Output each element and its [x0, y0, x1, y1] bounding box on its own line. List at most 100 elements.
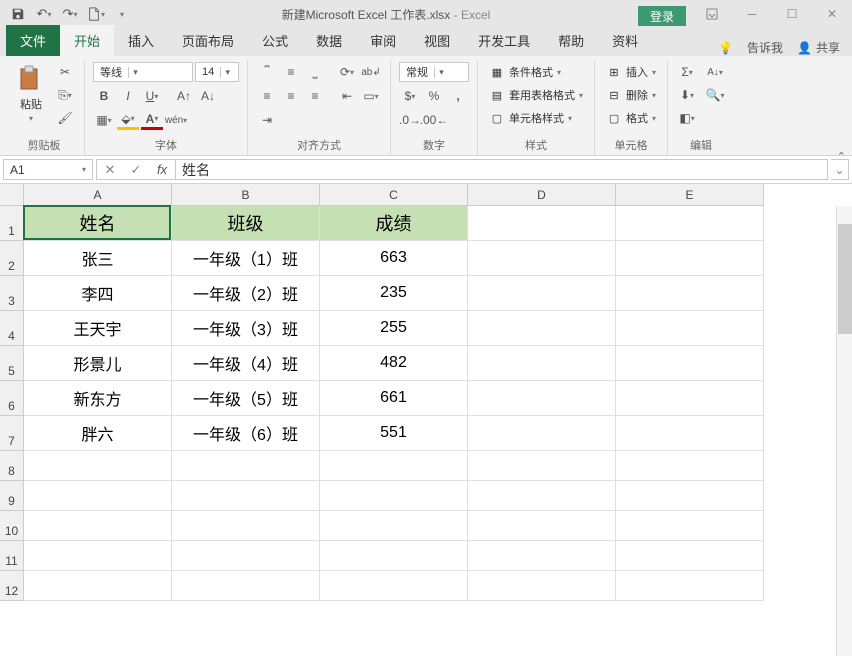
wrap-text-button[interactable]: ab↲ [360, 62, 382, 82]
align-left-icon[interactable]: ≡ [256, 86, 278, 106]
collapse-ribbon-icon[interactable]: ⌃ [837, 150, 846, 163]
font-color-button[interactable]: A▾ [141, 110, 163, 130]
cell-E2[interactable] [616, 241, 764, 276]
cell-B6[interactable]: 一年级（5）班 [172, 381, 320, 416]
row-header-7[interactable]: 7 [0, 416, 24, 451]
merge-button[interactable]: ▭▾ [360, 86, 382, 106]
cell-E5[interactable] [616, 346, 764, 381]
fill-icon[interactable]: ⬇▾ [676, 85, 698, 105]
insert-cells-button[interactable]: ⊞插入▾ [603, 62, 659, 82]
row-header-11[interactable]: 11 [0, 541, 24, 571]
align-middle-icon[interactable]: ≡ [280, 62, 302, 82]
redo-icon[interactable]: ↷▾ [58, 2, 82, 26]
cell-E3[interactable] [616, 276, 764, 311]
col-header-B[interactable]: B [172, 184, 320, 206]
save-icon[interactable] [6, 2, 30, 26]
cell-E1[interactable] [616, 206, 764, 241]
bold-button[interactable]: B [93, 86, 115, 106]
cell-A10[interactable] [24, 511, 172, 541]
cell-D3[interactable] [468, 276, 616, 311]
phonetic-button[interactable]: wén▾ [165, 110, 187, 130]
undo-icon[interactable]: ↶▾ [32, 2, 56, 26]
cell-C10[interactable] [320, 511, 468, 541]
cell-A6[interactable]: 新东方 [24, 381, 172, 416]
login-button[interactable]: 登录 [638, 6, 686, 26]
cancel-formula-icon[interactable]: ✕ [97, 160, 123, 179]
increase-decimal-icon[interactable]: .0→ [399, 110, 421, 130]
cell-B8[interactable] [172, 451, 320, 481]
clear-icon[interactable]: ◧▾ [676, 108, 698, 128]
cell-A1[interactable]: 姓名 [24, 206, 172, 241]
cell-B11[interactable] [172, 541, 320, 571]
tab-data[interactable]: 数据 [302, 25, 356, 56]
row-header-3[interactable]: 3 [0, 276, 24, 311]
scrollbar-thumb[interactable] [838, 224, 852, 334]
decrease-font-icon[interactable]: A↓ [197, 86, 219, 106]
cell-A5[interactable]: 形景儿 [24, 346, 172, 381]
percent-icon[interactable]: % [423, 86, 445, 106]
underline-button[interactable]: U▾ [141, 86, 163, 106]
row-header-9[interactable]: 9 [0, 481, 24, 511]
accept-formula-icon[interactable]: ✓ [123, 160, 149, 179]
cell-D5[interactable] [468, 346, 616, 381]
row-header-1[interactable]: 1 [0, 206, 24, 241]
share-button[interactable]: 👤共享 [797, 39, 840, 56]
cell-A7[interactable]: 胖六 [24, 416, 172, 451]
cell-D1[interactable] [468, 206, 616, 241]
cell-E7[interactable] [616, 416, 764, 451]
fx-icon[interactable]: fx [149, 160, 175, 179]
cell-D6[interactable] [468, 381, 616, 416]
tab-resource[interactable]: 资料 [598, 25, 652, 56]
cell-styles-button[interactable]: ▢单元格样式▾ [486, 108, 575, 128]
cell-C3[interactable]: 235 [320, 276, 468, 311]
tab-view[interactable]: 视图 [410, 25, 464, 56]
cell-A12[interactable] [24, 571, 172, 601]
close-icon[interactable]: ✕ [812, 0, 852, 28]
row-header-8[interactable]: 8 [0, 451, 24, 481]
cell-A3[interactable]: 李四 [24, 276, 172, 311]
cell-C4[interactable]: 255 [320, 311, 468, 346]
orientation-icon[interactable]: ⟳▾ [336, 62, 358, 82]
tab-help[interactable]: 帮助 [544, 25, 598, 56]
conditional-format-button[interactable]: ▦条件格式▾ [486, 62, 564, 82]
sort-filter-icon[interactable]: A↓▾ [704, 62, 726, 82]
cell-C2[interactable]: 663 [320, 241, 468, 276]
tab-formulas[interactable]: 公式 [248, 25, 302, 56]
number-format-combo[interactable]: 常规▾ [399, 62, 469, 82]
decrease-decimal-icon[interactable]: .00← [423, 110, 445, 130]
align-right-icon[interactable]: ≡ [304, 86, 326, 106]
row-header-4[interactable]: 4 [0, 311, 24, 346]
row-header-6[interactable]: 6 [0, 381, 24, 416]
col-header-D[interactable]: D [468, 184, 616, 206]
currency-icon[interactable]: $▾ [399, 86, 421, 106]
font-size-combo[interactable]: 14▾ [195, 62, 239, 82]
fill-color-button[interactable]: ⬙▾ [117, 110, 139, 130]
cell-E6[interactable] [616, 381, 764, 416]
cell-D2[interactable] [468, 241, 616, 276]
cell-C12[interactable] [320, 571, 468, 601]
border-button[interactable]: ▦▾ [93, 110, 115, 130]
cell-D9[interactable] [468, 481, 616, 511]
cell-D4[interactable] [468, 311, 616, 346]
cell-E10[interactable] [616, 511, 764, 541]
cell-A9[interactable] [24, 481, 172, 511]
maximize-icon[interactable]: ☐ [772, 0, 812, 28]
increase-font-icon[interactable]: A↑ [173, 86, 195, 106]
increase-indent-icon[interactable]: ⇥ [256, 110, 278, 130]
cell-C9[interactable] [320, 481, 468, 511]
col-header-C[interactable]: C [320, 184, 468, 206]
autosum-icon[interactable]: Σ▾ [676, 62, 698, 82]
cell-B5[interactable]: 一年级（4）班 [172, 346, 320, 381]
delete-cells-button[interactable]: ⊟删除▾ [603, 85, 659, 105]
col-header-A[interactable]: A [24, 184, 172, 206]
cell-D10[interactable] [468, 511, 616, 541]
cut-icon[interactable]: ✂ [54, 62, 76, 82]
cell-D8[interactable] [468, 451, 616, 481]
col-header-E[interactable]: E [616, 184, 764, 206]
italic-button[interactable]: I [117, 86, 139, 106]
ribbon-options-icon[interactable] [692, 0, 732, 28]
cell-E11[interactable] [616, 541, 764, 571]
cell-B1[interactable]: 班级 [172, 206, 320, 241]
formula-input[interactable]: 姓名 [175, 159, 828, 180]
cell-E12[interactable] [616, 571, 764, 601]
